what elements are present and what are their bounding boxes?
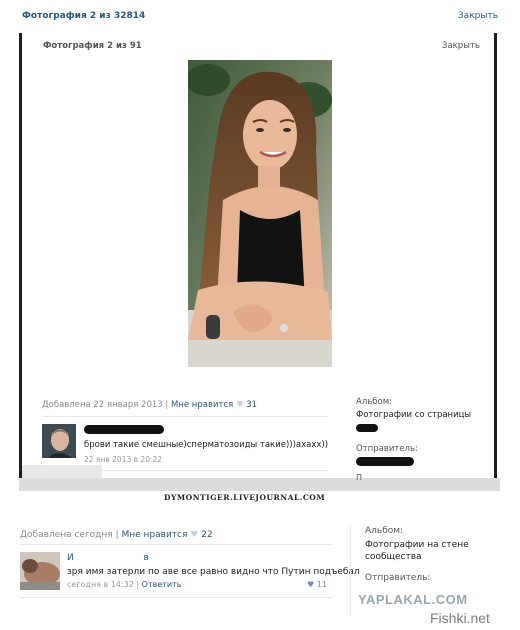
inner-gray-strip — [22, 465, 102, 479]
redacted-commenter-name — [84, 425, 164, 434]
comment-like-count: 11 — [316, 580, 327, 589]
commenter-avatar[interactable] — [42, 424, 76, 458]
inner-album-label: Альбом: — [356, 397, 392, 407]
outer-sender-label: Отправитель: — [365, 573, 431, 583]
divider — [42, 416, 327, 417]
outer-added-date: Добавлена сегодня — [20, 530, 113, 540]
comment-text: брови такие смешные)сперматозоиды такие)… — [84, 440, 329, 450]
inner-sender-label: Отправитель: — [356, 444, 418, 454]
heart-icon: ♥ — [235, 400, 244, 410]
comment-text: зря имя затерли по аве все равно видно ч… — [67, 567, 360, 577]
fishki-watermark: Fishki.net — [430, 610, 490, 626]
outer-album-label: Альбом: — [365, 526, 404, 536]
inner-like-count: 31 — [246, 400, 258, 410]
inner-album-link[interactable]: Фотографии со страницы — [356, 410, 471, 420]
outer-close-link[interactable]: Закрыть — [458, 11, 498, 21]
heart-icon: ♥ — [190, 530, 199, 540]
outer-like-label: Мне нравится — [121, 530, 188, 540]
inner-like-label: Мне нравится — [170, 400, 234, 410]
sidebar-divider — [350, 525, 351, 615]
comment-like-button[interactable]: ♥ 11 — [307, 580, 327, 589]
outer-album-link[interactable]: Фотографии на стене сообщества — [365, 539, 475, 563]
cut-off-text: П — [356, 473, 363, 482]
commenter-name-first: И — [67, 553, 74, 563]
inner-like-button[interactable]: Мне нравится ♥ 31 — [171, 400, 257, 410]
inner-close-link[interactable]: Закрыть — [442, 41, 480, 51]
avatar-image — [42, 424, 76, 458]
redacted-sender-name — [356, 457, 414, 466]
outer-added-row: Добавлена сегодня | Мне нравится ♥ 22 — [20, 530, 213, 540]
comment-time[interactable]: сегодня в 14:32 — [67, 580, 134, 589]
outer-photo-counter: Фотография 2 из 32814 — [22, 11, 146, 21]
commenter-name[interactable]: И в — [67, 553, 149, 563]
divider — [42, 470, 327, 471]
inner-added-row: Добавлена 22 января 2013 | Мне нравится … — [42, 400, 258, 410]
outer-like-button[interactable]: Мне нравится ♥ 22 — [121, 530, 212, 540]
avatar-image — [20, 552, 60, 590]
embedded-frame-bottom-bar — [19, 478, 500, 491]
yaplakal-watermark: YAPLAKAL.COM — [358, 592, 468, 607]
reply-link[interactable]: Ответить — [142, 580, 182, 589]
outer-like-count: 22 — [201, 530, 213, 540]
inner-photo-counter: Фотография 2 из 91 — [43, 41, 142, 51]
comment-meta: сегодня в 14:32 | Ответить — [67, 580, 182, 589]
main-photo[interactable] — [188, 60, 332, 367]
commenter-avatar[interactable] — [20, 552, 60, 590]
livejournal-watermark: DYMONTIGER.LIVEJOURNAL.COM — [164, 493, 326, 502]
heart-icon: ♥ — [307, 580, 315, 589]
commenter-name-last: в — [143, 553, 149, 563]
inner-added-date: Добавлена 22 января 2013 — [42, 400, 163, 410]
comment-time[interactable]: 22 янв 2013 в 20:22 — [84, 455, 162, 464]
portrait-photo-image — [188, 60, 332, 367]
divider — [20, 597, 332, 598]
redacted-block — [356, 424, 378, 432]
divider — [20, 544, 332, 545]
